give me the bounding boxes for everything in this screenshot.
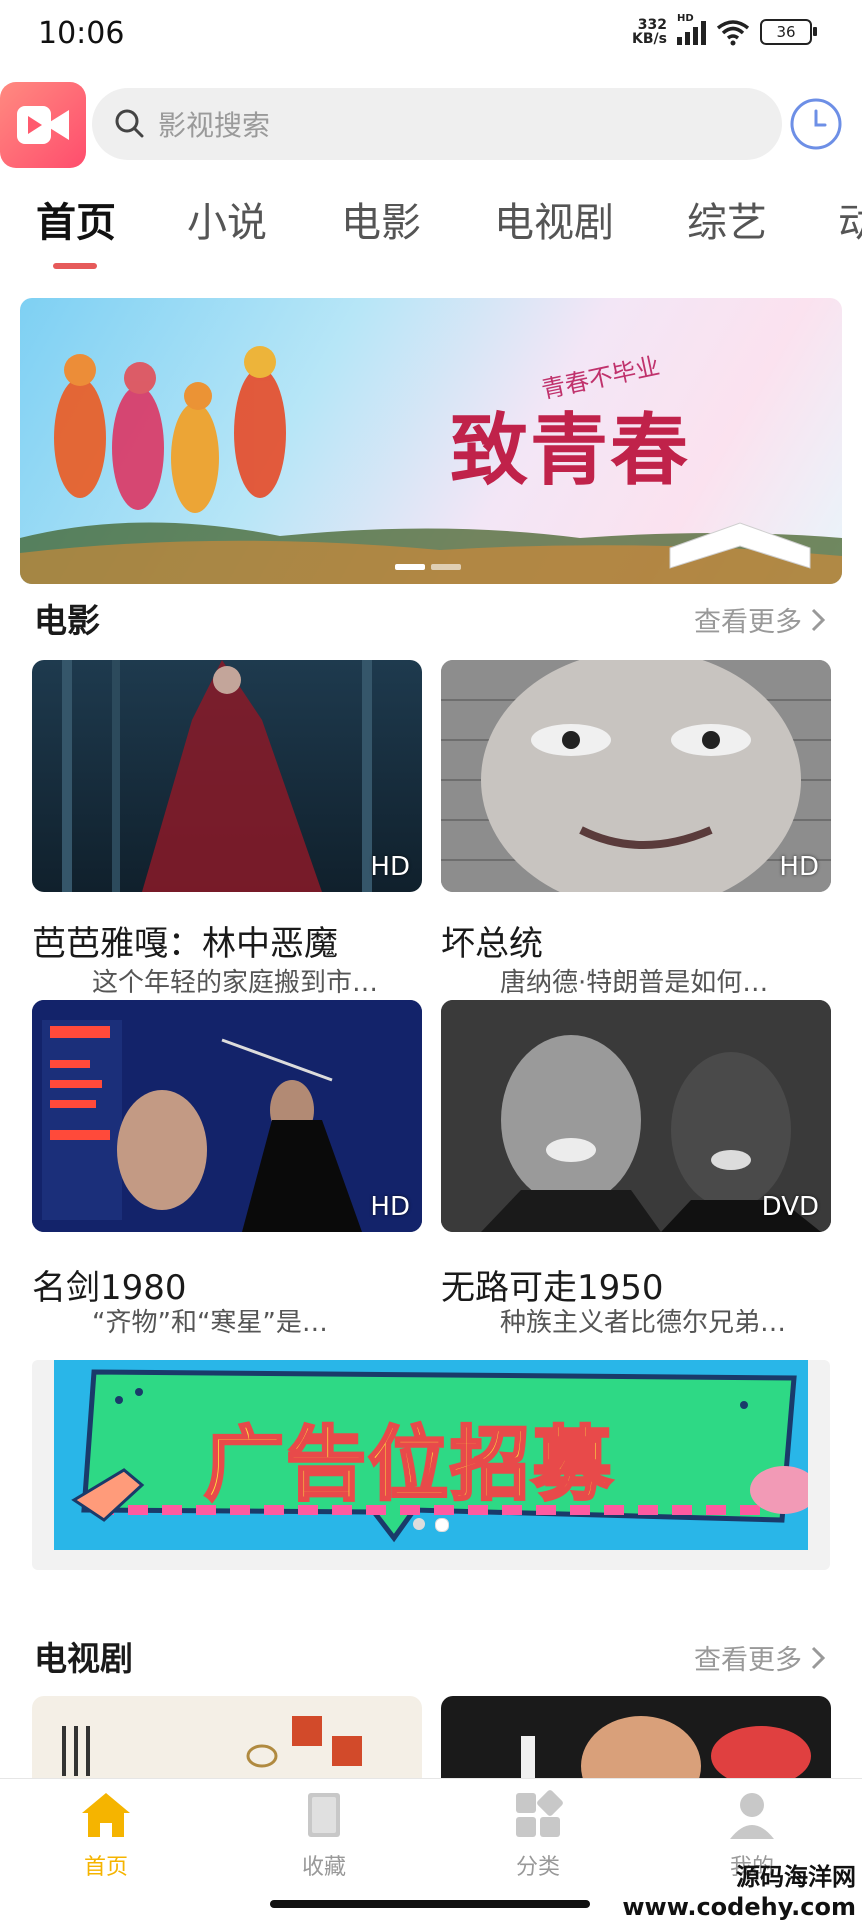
chevron-right-icon	[811, 1646, 826, 1669]
movies-more-link[interactable]: 查看更多	[694, 600, 826, 639]
home-icon	[82, 1793, 130, 1837]
book-icon	[308, 1793, 340, 1837]
status-bar: 10:06 332 KB/s HD 36	[0, 0, 862, 75]
nav-home[interactable]: 首页	[46, 1789, 166, 1881]
search-icon	[115, 109, 144, 138]
section-title-movies: 电影	[34, 601, 100, 640]
ad-pagination	[413, 1518, 449, 1532]
movie-title[interactable]: 芭芭雅嘎：林中恶魔	[32, 916, 338, 965]
tv-poster[interactable]	[441, 1696, 831, 1778]
cellular-signal-icon: HD	[677, 13, 706, 45]
movie-description: 种族主义者比德尔兄弟…	[500, 1308, 787, 1338]
tab-tv-series[interactable]: 电视剧	[494, 190, 614, 248]
grid-icon	[516, 1790, 563, 1837]
ad-headline: 广告位招募	[203, 1417, 614, 1513]
quality-badge: HD	[370, 852, 410, 882]
tab-novel[interactable]: 小说	[187, 190, 267, 248]
quality-badge: DVD	[761, 1192, 819, 1222]
search-placeholder: 影视搜索	[158, 109, 271, 142]
section-title-tv: 电视剧	[34, 1639, 133, 1678]
chevron-right-icon	[811, 608, 826, 631]
tab-home[interactable]: 首页	[36, 190, 116, 248]
active-tab-indicator	[53, 263, 97, 269]
banner-artwork	[20, 346, 842, 584]
nav-favorites[interactable]: 收藏	[264, 1789, 384, 1881]
tv-more-link[interactable]: 查看更多	[694, 1638, 826, 1677]
movie-description: “齐物”和“寒星”是…	[92, 1308, 328, 1338]
tab-variety[interactable]: 综艺	[687, 190, 767, 248]
movie-poster[interactable]: HD	[441, 660, 831, 892]
tv-poster[interactable]	[32, 1696, 422, 1778]
history-clock-icon[interactable]	[788, 96, 844, 152]
net-speed: 332 KB/s	[632, 17, 667, 47]
quality-badge: HD	[370, 1192, 410, 1222]
watermark: 源码海洋网 www.codehy.com	[622, 1863, 856, 1921]
ad-banner[interactable]: 广告位招募	[32, 1360, 830, 1570]
tab-movie[interactable]: 电影	[341, 190, 421, 248]
wifi-icon	[716, 20, 750, 46]
hero-banner[interactable]: 青春不毕业 致青春	[20, 298, 842, 584]
tab-anime[interactable]: 动	[838, 190, 862, 248]
quality-badge: HD	[779, 852, 819, 882]
user-icon	[730, 1793, 774, 1839]
movie-poster[interactable]: HD	[32, 660, 422, 892]
status-time: 10:06	[38, 16, 125, 51]
nav-categories[interactable]: 分类	[478, 1789, 598, 1881]
play-logo-icon	[17, 106, 69, 144]
movie-poster[interactable]: HD	[32, 1000, 422, 1232]
status-icons: 332 KB/s HD 36	[632, 13, 817, 47]
banner-title: 致青春	[450, 405, 691, 496]
movie-description: 这个年轻的家庭搬到市…	[92, 968, 379, 998]
battery-icon: 36	[760, 19, 817, 45]
movie-title[interactable]: 坏总统	[441, 916, 543, 965]
banner-pagination	[395, 564, 461, 570]
category-tabs: 首页 小说 电影 电视剧 综艺 动	[0, 190, 862, 270]
movie-poster[interactable]: DVD	[441, 1000, 831, 1232]
movie-description: 唐纳德·特朗普是如何…	[500, 968, 769, 998]
app-logo	[0, 82, 86, 168]
search-input[interactable]: 影视搜索	[92, 88, 782, 160]
home-indicator	[270, 1900, 590, 1908]
